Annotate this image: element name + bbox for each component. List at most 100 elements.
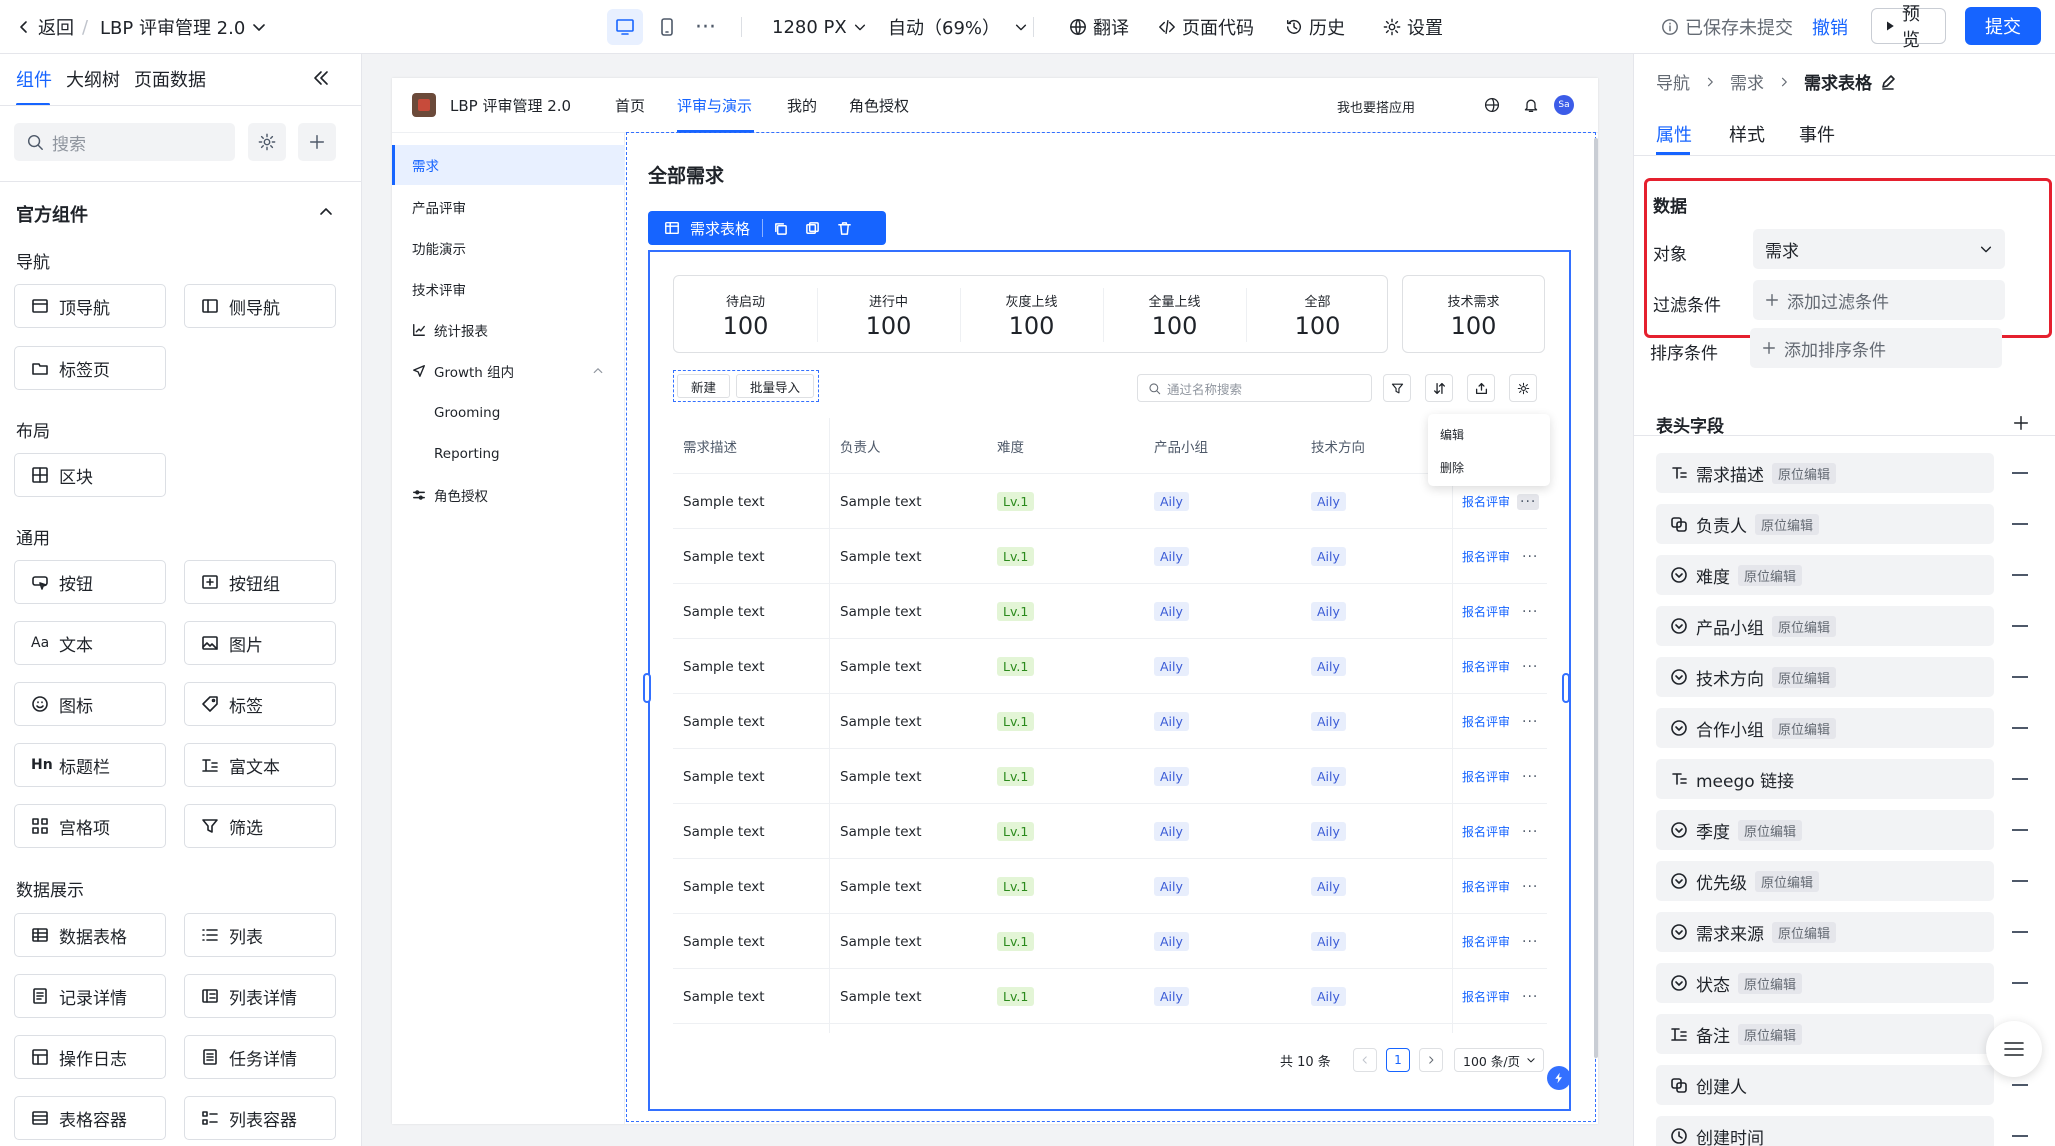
stat-in-progress[interactable]: 进行中 100	[817, 276, 960, 354]
collapse-panel-button[interactable]	[311, 68, 331, 88]
translate-icon[interactable]	[1484, 97, 1500, 113]
component-text[interactable]: Aa 文本	[14, 621, 166, 665]
header-field-item[interactable]: 产品小组 原位编辑	[1656, 606, 1994, 646]
breadcrumb-item[interactable]: 需求	[1730, 69, 1764, 94]
section-collapse-button[interactable]	[318, 204, 334, 220]
component-settings-button[interactable]	[248, 123, 286, 161]
floating-menu-button[interactable]	[1986, 1021, 2042, 1077]
canvas-scrollbar[interactable]	[1594, 138, 1598, 1058]
component-list-container[interactable]: 列表容器	[184, 1096, 336, 1140]
remove-field-button[interactable]	[2012, 1084, 2028, 1086]
sidebar-item-tech-review[interactable]: 技术评审	[392, 269, 625, 309]
more-icon[interactable]: ···	[1522, 879, 1538, 895]
page-size-select[interactable]: 100 条/页	[1454, 1048, 1544, 1072]
tab-page-data[interactable]: 页面数据	[134, 66, 206, 92]
remove-field-button[interactable]	[2012, 625, 2028, 627]
history-button[interactable]: 历史	[1285, 0, 1345, 54]
component-table-container[interactable]: 表格容器	[14, 1096, 166, 1140]
component-search[interactable]: 搜索	[14, 123, 235, 161]
more-icon[interactable]: ···	[695, 0, 716, 54]
more-icon[interactable]: ···	[1522, 934, 1538, 950]
menu-item-delete[interactable]: 删除	[1440, 459, 1464, 476]
table-settings-button[interactable]	[1509, 374, 1537, 402]
register-review-link[interactable]: 报名评审	[1462, 988, 1510, 1005]
register-review-link[interactable]: 报名评审	[1462, 548, 1510, 565]
tab-components[interactable]: 组件	[16, 66, 52, 92]
component-list-detail[interactable]: 列表详情	[184, 974, 336, 1018]
zoom-select[interactable]: 自动（69%）	[888, 0, 1028, 54]
stat-gray-release[interactable]: 灰度上线 100	[960, 276, 1103, 354]
remove-field-button[interactable]	[2012, 676, 2028, 678]
component-rich-text[interactable]: 富文本	[184, 743, 336, 787]
component-button[interactable]: 按钮	[14, 560, 166, 604]
column-header[interactable]: 技术方向	[1311, 418, 1365, 474]
settings-button[interactable]: 设置	[1383, 0, 1443, 54]
header-field-item[interactable]: 负责人 原位编辑	[1656, 504, 1994, 544]
nav-role-auth[interactable]: 角色授权	[849, 95, 909, 116]
resize-handle-left[interactable]	[643, 673, 651, 703]
header-field-item[interactable]: 需求来源 原位编辑	[1656, 912, 1994, 952]
component-icon[interactable]: 图标	[14, 682, 166, 726]
bell-icon[interactable]	[1523, 97, 1539, 113]
column-header[interactable]: 难度	[997, 418, 1024, 474]
undo-button[interactable]: 撤销	[1812, 0, 1848, 54]
table-row[interactable]: Sample text Sample text Lv.1 Aily Aily 报名评审 ··…	[673, 584, 1547, 639]
remove-field-button[interactable]	[2012, 778, 2028, 780]
remove-field-button[interactable]	[2012, 829, 2028, 831]
header-field-item[interactable]: 需求描述 原位编辑	[1656, 453, 1994, 493]
preview-button[interactable]: 预览	[1871, 4, 1946, 51]
width-select[interactable]: 1280 PX	[772, 0, 867, 54]
more-icon[interactable]: ···	[1522, 659, 1538, 675]
remove-field-button[interactable]	[2012, 982, 2028, 984]
add-filter-button[interactable]: 添加过滤条件	[1753, 280, 2005, 320]
header-field-item[interactable]: 技术方向 原位编辑	[1656, 657, 1994, 697]
register-review-link[interactable]: 报名评审	[1462, 658, 1510, 675]
object-select[interactable]: 需求	[1753, 229, 2005, 269]
more-icon[interactable]: ···	[1522, 824, 1538, 840]
desktop-view-button[interactable]	[607, 9, 643, 45]
menu-item-edit[interactable]: 编辑	[1440, 426, 1464, 443]
column-header[interactable]: 产品小组	[1154, 418, 1208, 474]
table-search-input[interactable]: 通过名称搜索	[1137, 374, 1372, 402]
table-row[interactable]: Sample text Sample text Lv.1 Aily Aily 报名评审 ··…	[673, 749, 1547, 804]
avatar[interactable]: Sa	[1554, 95, 1574, 115]
tab-outline[interactable]: 大纲树	[66, 66, 120, 92]
nav-home[interactable]: 首页	[615, 95, 645, 116]
stat-tech-requirements[interactable]: 技术需求 100	[1402, 275, 1545, 353]
page-number[interactable]: 1	[1386, 1048, 1410, 1072]
filter-button[interactable]	[1383, 374, 1411, 402]
component-tag[interactable]: 标签	[184, 682, 336, 726]
table-row[interactable]: Sample text Sample text Lv.1 Aily Aily 报名评审 ··…	[673, 694, 1547, 749]
trash-icon[interactable]	[837, 221, 852, 236]
app-switcher[interactable]: LBP 评审管理 2.0	[100, 0, 267, 54]
register-review-link[interactable]: 报名评审	[1462, 493, 1510, 510]
build-app-link[interactable]: 我也要搭应用	[1337, 97, 1415, 116]
table-row[interactable]: Sample text Sample text Lv.1 Aily Aily 报名评审 ··…	[673, 859, 1547, 914]
register-review-link[interactable]: 报名评审	[1462, 713, 1510, 730]
component-tabs[interactable]: 标签页	[14, 346, 166, 390]
stat-all[interactable]: 全部 100	[1246, 276, 1389, 354]
copy-icon[interactable]	[773, 221, 788, 236]
resize-handle-right[interactable]	[1562, 673, 1570, 703]
header-field-item[interactable]: 难度 原位编辑	[1656, 555, 1994, 595]
header-field-item[interactable]: 创建时间	[1656, 1116, 1994, 1146]
mobile-view-button[interactable]	[649, 9, 685, 45]
table-row[interactable]: Sample text Sample text Lv.1 Aily Aily 报名评审 ··…	[673, 474, 1547, 529]
sidebar-item-stats[interactable]: 统计报表	[392, 310, 625, 350]
stat-pending[interactable]: 待启动 100	[674, 276, 817, 354]
remove-field-button[interactable]	[2012, 931, 2028, 933]
register-review-link[interactable]: 报名评审	[1462, 823, 1510, 840]
add-component-button[interactable]	[298, 123, 336, 161]
component-button-group[interactable]: 按钮组	[184, 560, 336, 604]
register-review-link[interactable]: 报名评审	[1462, 933, 1510, 950]
column-header[interactable]: 需求描述	[683, 418, 737, 474]
remove-field-button[interactable]	[2012, 472, 2028, 474]
table-row[interactable]: Sample text Sample text Lv.1 Aily Aily 报名评审 ··…	[673, 639, 1547, 694]
new-button[interactable]: 新建	[677, 374, 730, 398]
more-icon[interactable]: ···	[1522, 714, 1538, 730]
nav-mine[interactable]: 我的	[787, 95, 817, 116]
column-header[interactable]: 负责人	[840, 418, 881, 474]
next-page-button[interactable]	[1419, 1048, 1443, 1072]
header-field-item[interactable]: 季度 原位编辑	[1656, 810, 1994, 850]
register-review-link[interactable]: 报名评审	[1462, 603, 1510, 620]
